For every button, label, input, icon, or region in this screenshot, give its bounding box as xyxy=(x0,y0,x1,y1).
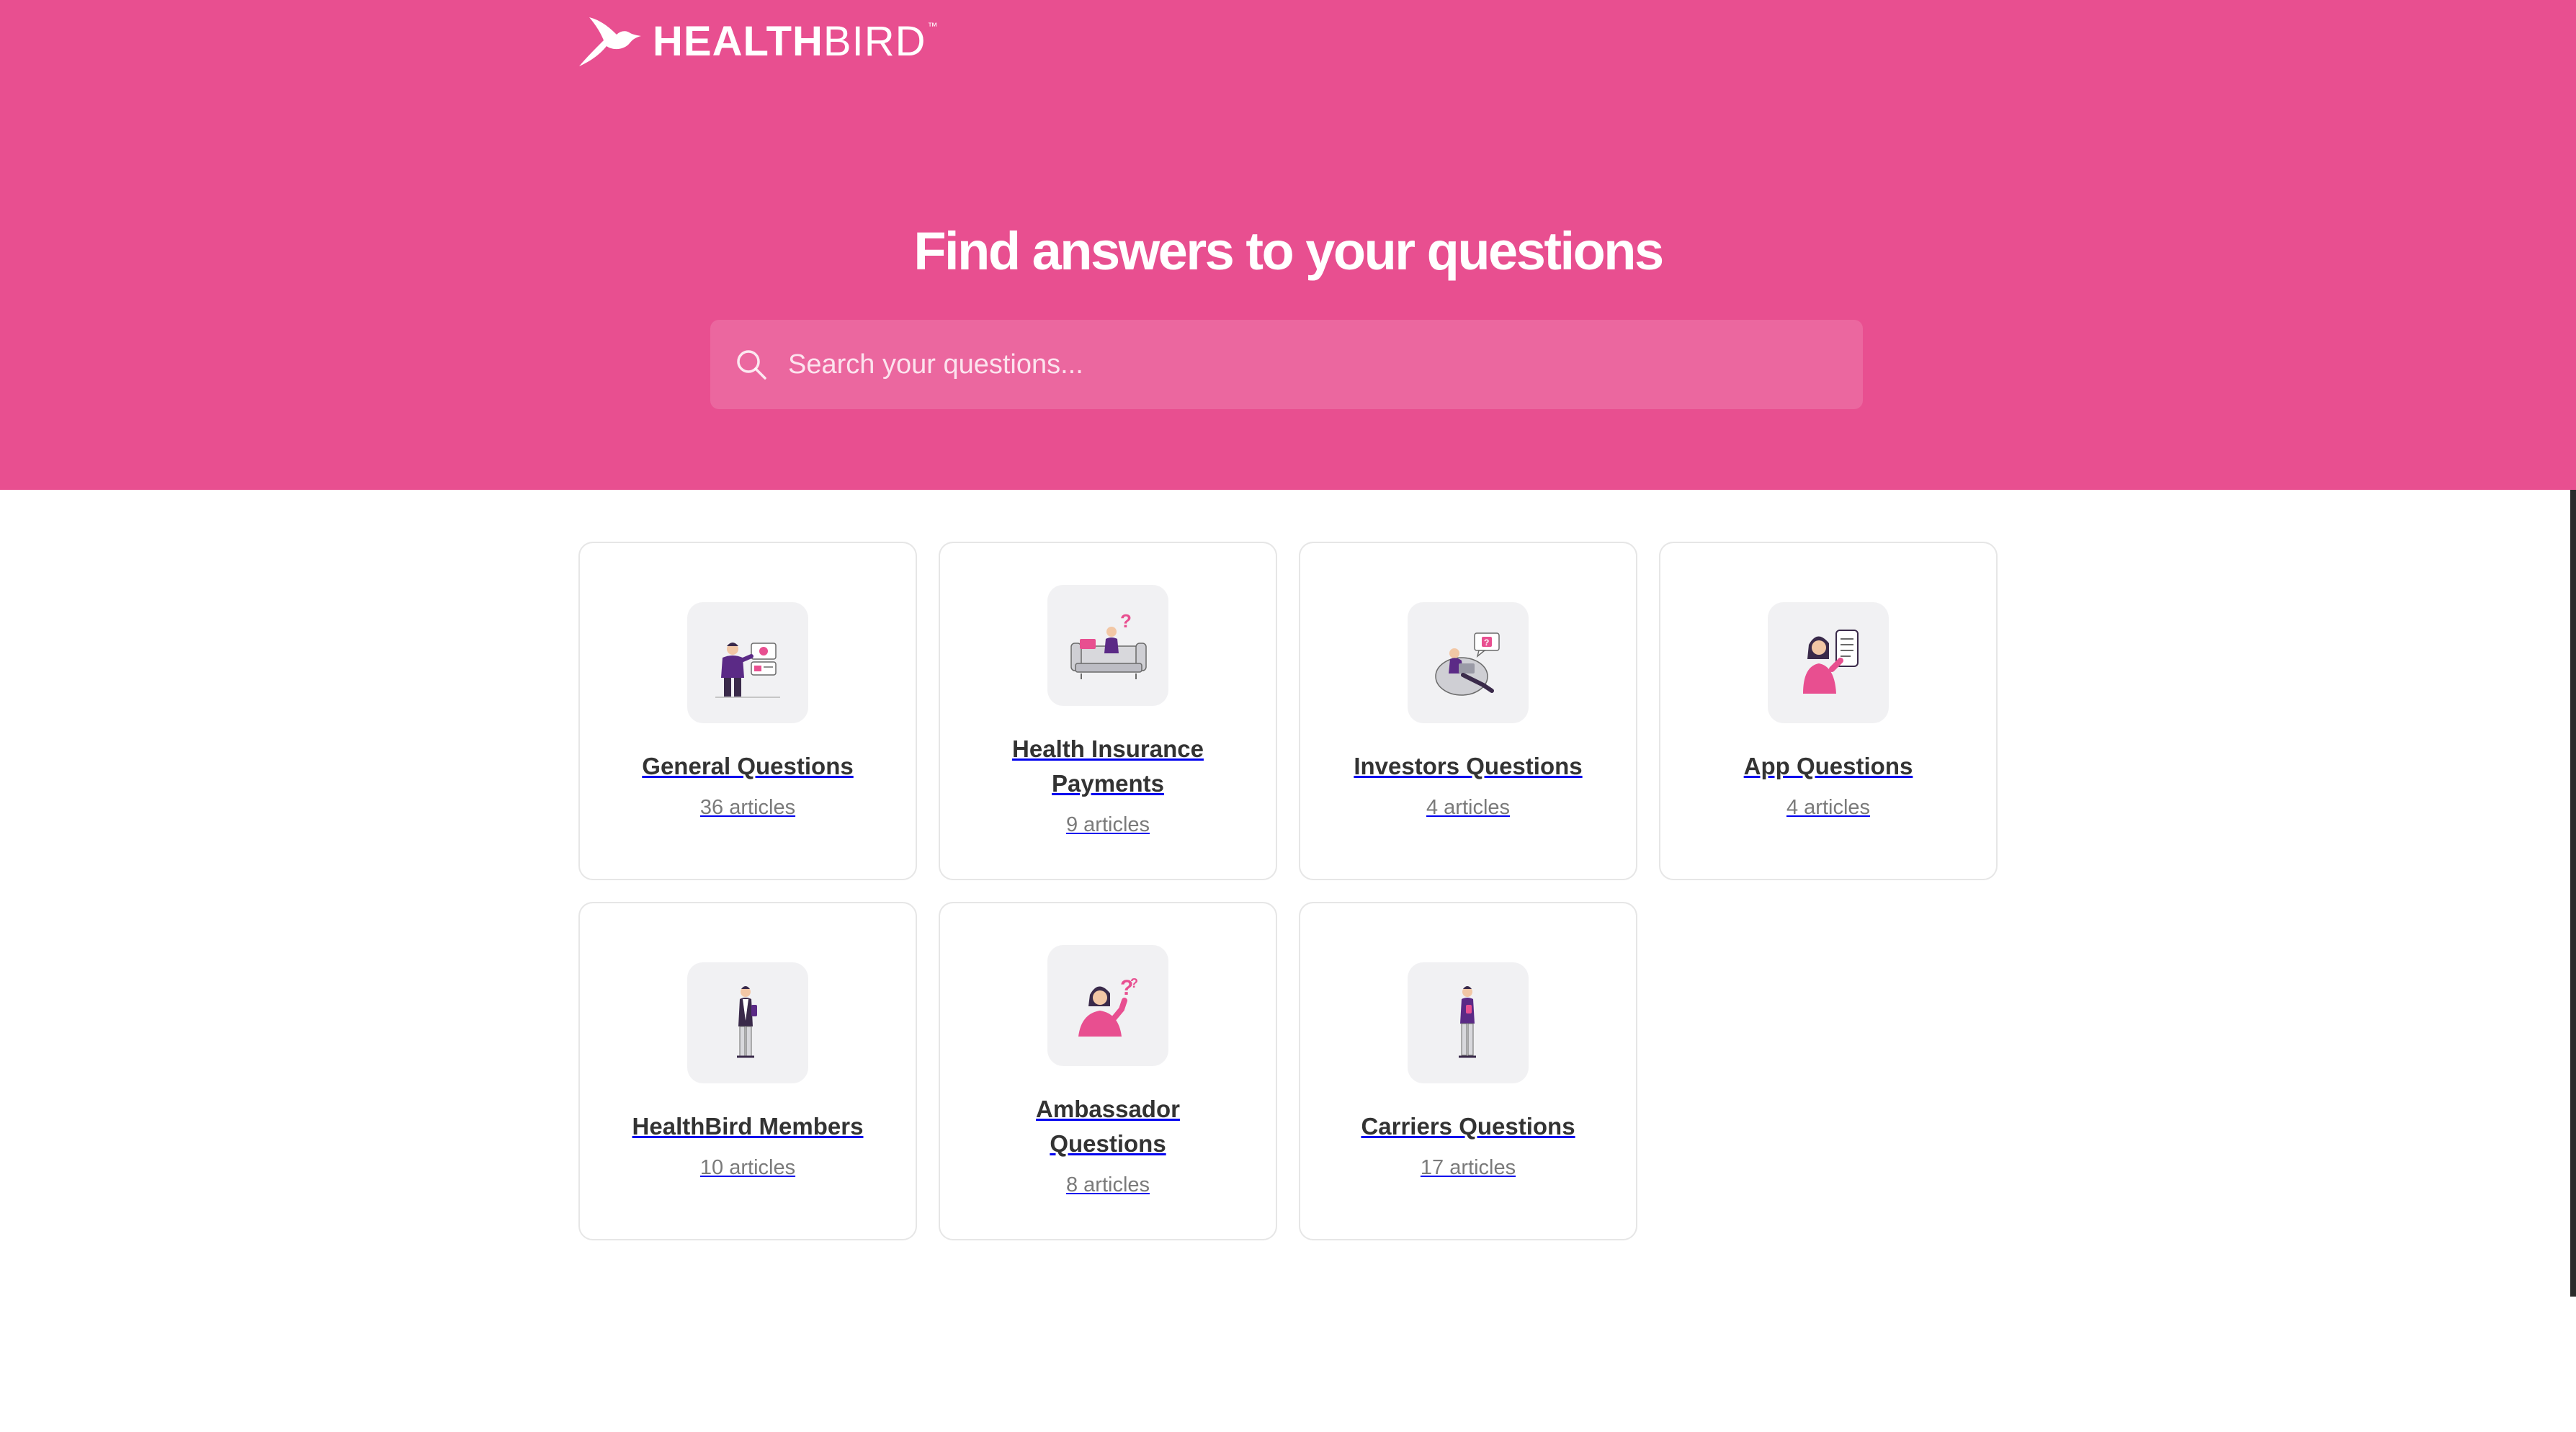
collection-card-app-questions[interactable]: App Questions 4 articles xyxy=(1659,542,1998,880)
person-with-id-cards-illustration-icon xyxy=(687,601,808,723)
person-on-sofa-question-illustration-icon: ? xyxy=(1047,584,1168,706)
healthbird-logo[interactable]: HEALTHBIRD ™ xyxy=(576,16,938,68)
collection-card-healthbird-members[interactable]: HealthBird Members 10 articles xyxy=(578,902,917,1240)
standing-member-illustration-icon xyxy=(687,962,808,1083)
person-in-beanbag-chat-illustration-icon: ? xyxy=(1408,601,1529,723)
brand-wordmark: HEALTHBIRD ™ xyxy=(653,21,938,63)
brand-name-light: BIRD xyxy=(823,18,926,65)
hero-header: HEALTHBIRD ™ Find answers to your questio… xyxy=(0,0,2576,490)
collection-article-count: 4 articles xyxy=(1426,796,1511,820)
hummingbird-logo-icon xyxy=(579,17,641,66)
svg-text:?: ? xyxy=(1120,610,1132,632)
collection-title: Investors Questions xyxy=(1354,752,1583,779)
collection-card-carriers-questions[interactable]: Carriers Questions 17 articles xyxy=(1299,902,1637,1240)
search-input[interactable] xyxy=(787,336,1831,393)
brand-name-bold: HEALTH xyxy=(653,18,823,65)
collection-article-count: 9 articles xyxy=(1065,813,1150,837)
woman-holding-phone-illustration-icon xyxy=(1768,601,1889,723)
search-bar[interactable] xyxy=(710,320,1863,409)
collection-title: App Questions xyxy=(1743,752,1913,779)
collection-card-ambassador-questions[interactable]: ? ? Ambassador Questions 8 articles xyxy=(939,902,1277,1240)
collection-title: Health Insurance Payments xyxy=(1012,735,1204,797)
thinking-woman-question-illustration-icon: ? ? xyxy=(1047,944,1168,1066)
collection-article-count: 36 articles xyxy=(699,796,796,820)
svg-text:?: ? xyxy=(1130,976,1138,990)
collection-article-count: 4 articles xyxy=(1786,796,1871,820)
search-icon xyxy=(737,350,766,380)
collection-title: Carriers Questions xyxy=(1361,1112,1575,1140)
collection-article-count: 10 articles xyxy=(699,1156,796,1180)
collection-card-health-insurance-payments[interactable]: ? Health Insurance Payments 9 articles xyxy=(939,542,1277,880)
collection-card-investors-questions[interactable]: ? Investors Questions 4 articles xyxy=(1299,542,1637,880)
collection-article-count: 8 articles xyxy=(1065,1173,1150,1197)
page-scrollbar[interactable] xyxy=(2570,490,2576,1297)
collection-title: General Questions xyxy=(642,752,854,779)
svg-text:?: ? xyxy=(1484,637,1489,648)
standing-person-phone-illustration-icon xyxy=(1408,962,1529,1083)
collection-title: Ambassador Questions xyxy=(1036,1095,1180,1157)
page-title: Find answers to your questions xyxy=(913,221,1664,281)
collection-article-count: 17 articles xyxy=(1420,1156,1516,1180)
collection-title: HealthBird Members xyxy=(632,1112,864,1140)
brand-trademark: ™ xyxy=(927,20,939,32)
collection-card-general-questions[interactable]: General Questions 36 articles xyxy=(578,542,917,880)
